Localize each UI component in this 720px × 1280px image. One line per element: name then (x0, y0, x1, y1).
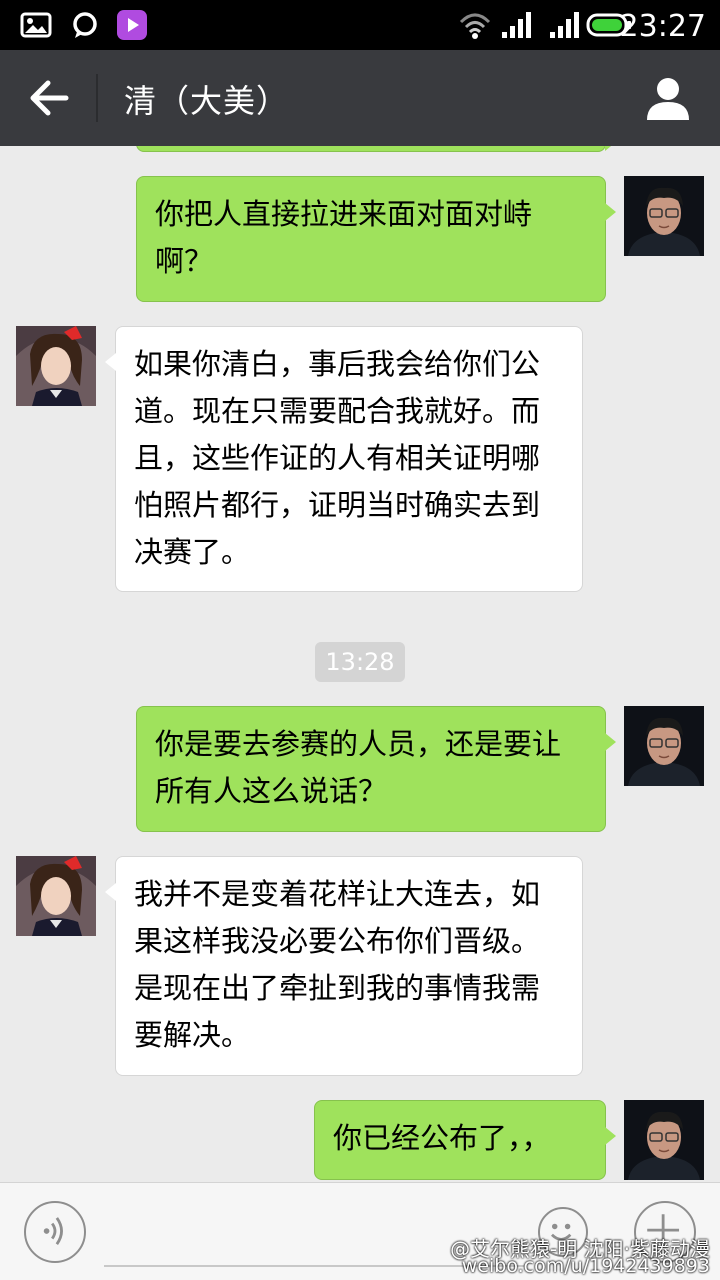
voice-button[interactable] (24, 1201, 86, 1263)
message-text: 我并不是变着花样让大连去，如果这样我没必要公布你们晋级。是现在出了牵扯到我的事情… (134, 877, 541, 1052)
input-bar: @艾尔熊猿-明 沈阳·紫藤动漫 weibo.com/u/1942439893 (0, 1182, 720, 1280)
watermark-line-2: weibo.com/u/1942439893 (461, 1255, 710, 1277)
message-text: 你已经公布了，， (333, 1121, 551, 1155)
message-text: 如果你清白，事后我会给你们公道。现在只需要配合我就好。而且，这些作证的人有相关证… (134, 347, 541, 569)
header-divider (96, 74, 98, 122)
video-app-icon (117, 10, 147, 40)
message-partial-top (136, 146, 616, 152)
message-bubble-incoming[interactable]: 如果你清白，事后我会给你们公道。现在只需要配合我就好。而且，这些作证的人有相关证… (105, 326, 583, 592)
status-time: 23:27 (619, 9, 706, 44)
avatar-self[interactable] (624, 1100, 704, 1180)
avatar-self[interactable] (624, 706, 704, 786)
avatar-self[interactable] (624, 176, 704, 256)
person-icon[interactable] (644, 74, 692, 122)
message-text: 你把人直接拉进来面对面对峙啊？ (155, 197, 533, 278)
message-bubble-incoming[interactable]: 我并不是变着花样让大连去，如果这样我没必要公布你们晋级。是现在出了牵扯到我的事情… (105, 856, 583, 1076)
message-bubble[interactable] (136, 146, 616, 152)
message-text: 你是要去参赛的人员，还是要让所有人这么说话？ (155, 727, 562, 808)
signal-icon (502, 12, 531, 38)
chat-title: 清（大美） (124, 82, 290, 120)
wifi-icon (459, 13, 491, 39)
gallery-icon (20, 12, 52, 38)
avatar-contact[interactable] (16, 856, 96, 936)
message-bubble-outgoing[interactable]: 你把人直接拉进来面对面对峙啊？ (136, 176, 616, 302)
message-bubble-outgoing[interactable]: 你已经公布了，， (314, 1100, 616, 1180)
message-list[interactable]: 你把人直接拉进来面对面对峙啊？ 如果你清白，事后我会给你们公道。现在只需要配合我… (0, 146, 720, 1182)
signal-icon (550, 12, 579, 38)
status-bar: 23:27 (0, 0, 720, 50)
timestamp-chip: 13:28 (315, 642, 405, 682)
voice-icon (43, 1217, 63, 1245)
avatar-contact[interactable] (16, 326, 96, 406)
message-bubble-outgoing[interactable]: 你是要去参赛的人员，还是要让所有人这么说话？ (136, 706, 616, 832)
chat-notification-icon (73, 12, 97, 38)
chat-header: 清（大美） (0, 50, 720, 146)
arrow-left-icon[interactable] (22, 74, 74, 122)
